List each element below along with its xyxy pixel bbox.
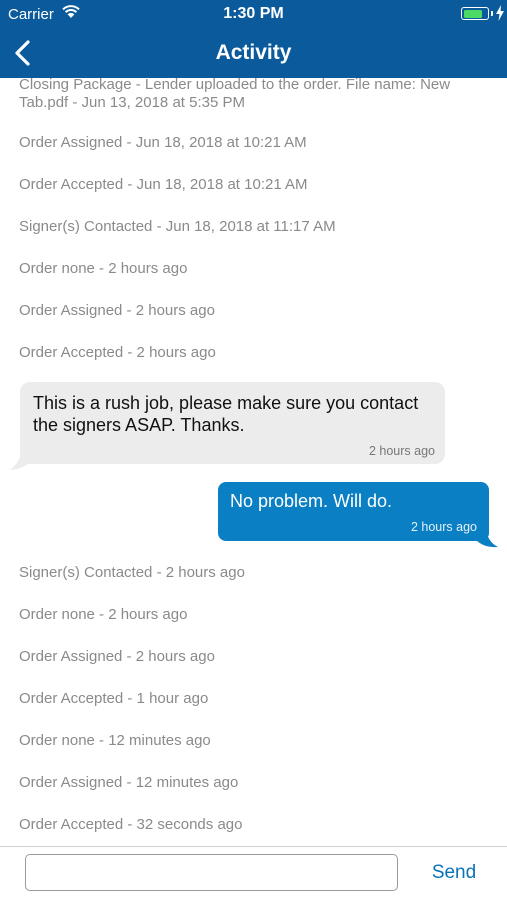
activity-item: Order none - 2 hours ago xyxy=(19,606,188,623)
incoming-message-bubble: This is a rush job, please make sure you… xyxy=(20,382,445,464)
activity-item: Signer(s) Contacted - 2 hours ago xyxy=(19,564,245,581)
battery-level xyxy=(463,9,483,18)
activity-item: Order Assigned - Jun 18, 2018 at 10:21 A… xyxy=(19,134,307,151)
activity-item: Order Accepted - 2 hours ago xyxy=(19,344,216,361)
activity-item: Order Accepted - 1 hour ago xyxy=(19,690,209,707)
activity-item: Closing Package - Lender uploaded to the… xyxy=(19,78,451,111)
activity-item: Order none - 12 minutes ago xyxy=(19,732,211,749)
battery-icon xyxy=(461,7,489,20)
status-time: 1:30 PM xyxy=(223,5,284,22)
message-input[interactable] xyxy=(25,854,398,891)
battery-cap xyxy=(491,11,493,16)
incoming-message-time: 2 hours ago xyxy=(368,444,435,458)
send-button[interactable]: Send xyxy=(420,858,488,888)
nav-bar: Activity xyxy=(0,28,507,78)
outgoing-message-time: 2 hours ago xyxy=(410,520,477,534)
outgoing-message-text: No problem. Will do. xyxy=(230,491,393,511)
activity-item: Order none - 2 hours ago xyxy=(19,260,188,277)
status-bar: Carrier 1:30 PM xyxy=(0,0,507,28)
activity-item: Order Assigned - 2 hours ago xyxy=(19,302,215,319)
charging-bolt-icon xyxy=(496,5,504,21)
activity-feed[interactable]: Closing Package - Lender uploaded to the… xyxy=(0,78,507,846)
activity-item: Signer(s) Contacted - Jun 18, 2018 at 11… xyxy=(19,218,336,235)
activity-item: Order Assigned - 12 minutes ago xyxy=(19,774,239,791)
outgoing-message-bubble: No problem. Will do. 2 hours ago xyxy=(218,482,489,541)
activity-item: Order Assigned - 2 hours ago xyxy=(19,648,215,665)
activity-item: Order Accepted - 32 seconds ago xyxy=(19,816,243,833)
incoming-message-text: This is a rush job, please make sure you… xyxy=(33,393,419,435)
message-composer: Send xyxy=(0,846,507,900)
activity-item: Order Accepted - Jun 18, 2018 at 10:21 A… xyxy=(19,176,308,193)
page-title: Activity xyxy=(215,41,292,64)
